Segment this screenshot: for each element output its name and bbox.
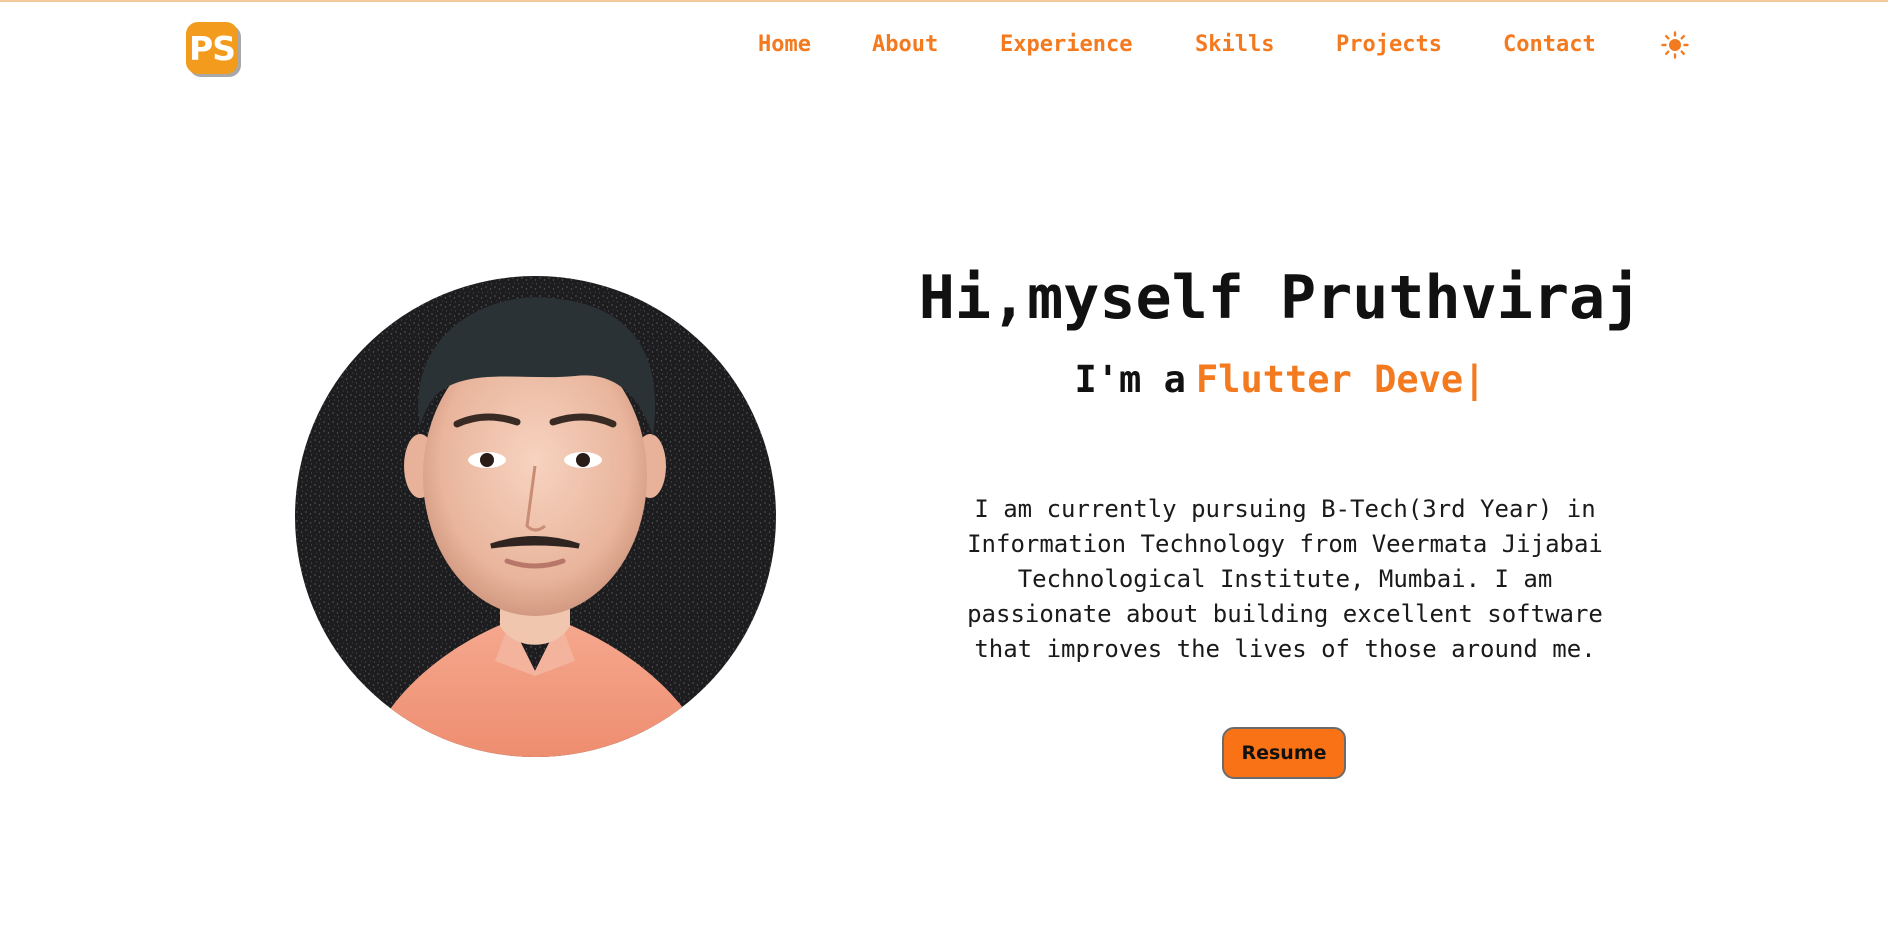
nav-projects[interactable]: Projects [1336,30,1442,60]
profile-photo [295,276,776,757]
nav-home[interactable]: Home [758,30,811,60]
theme-toggle-button[interactable] [1661,31,1689,59]
hero-role-line: I'm a Flutter Deve| [820,355,1740,405]
resume-button[interactable]: Resume [1222,727,1346,779]
nav-skills[interactable]: Skills [1195,30,1274,60]
role-prefix: I'm a [1074,358,1186,401]
nav-contact[interactable]: Contact [1503,30,1596,60]
nav-experience[interactable]: Experience [1000,30,1132,60]
role-typed-text: Flutter Deve [1195,358,1464,401]
logo-text: PS [189,28,236,68]
typing-cursor: | [1463,358,1486,401]
logo[interactable]: PS [186,22,238,74]
top-border [0,0,1888,2]
hero-title: Hi,myself Pruthviraj [918,263,1642,333]
hero-description: I am currently pursuing B-Tech(3rd Year)… [967,495,1603,663]
sun-icon [1661,31,1689,59]
resume-button-label: Resume [1241,742,1327,764]
nav-about[interactable]: About [872,30,938,60]
